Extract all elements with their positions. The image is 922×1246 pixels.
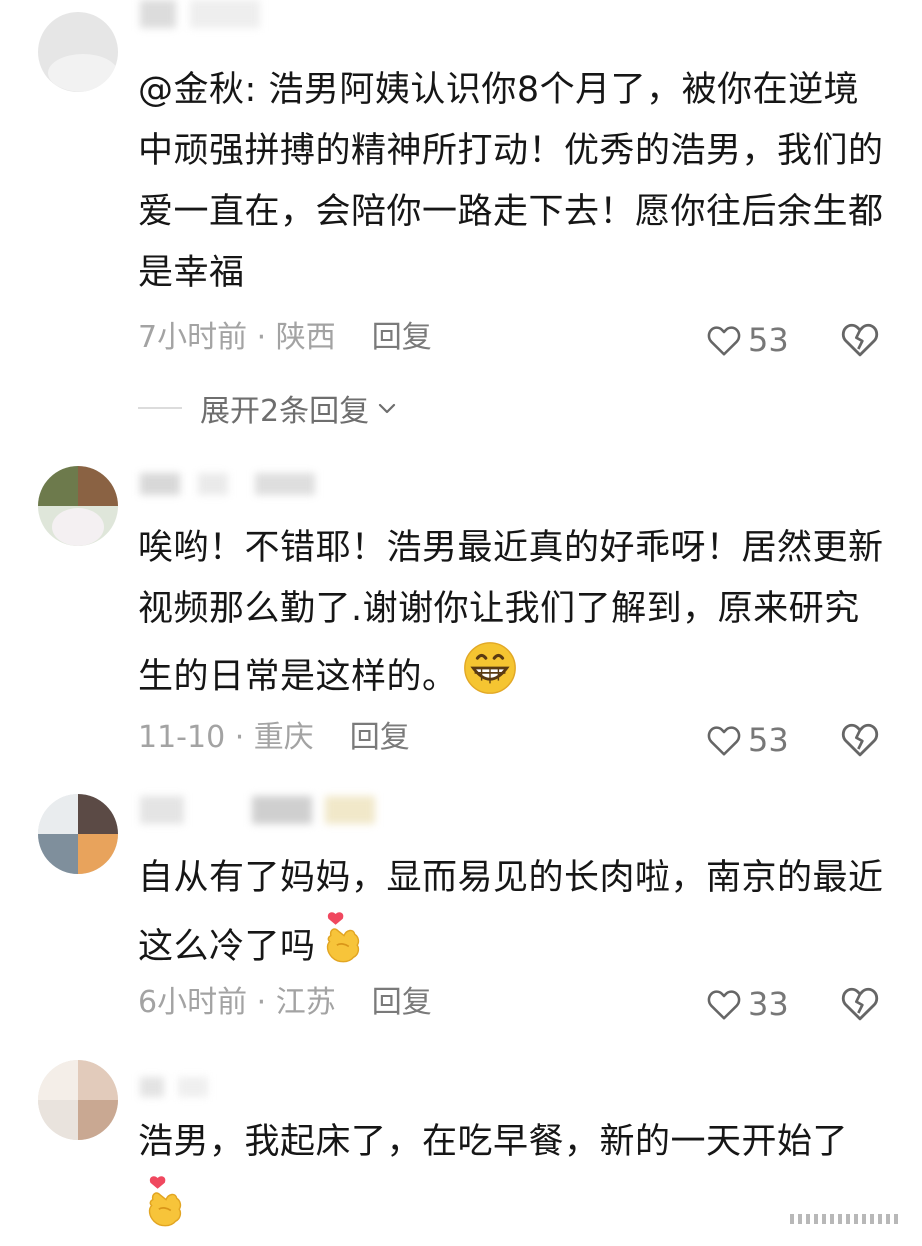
reply-button[interactable]: 回复 (372, 985, 432, 1020)
broken-heart-icon (841, 323, 879, 357)
like-button[interactable]: 33 (706, 984, 789, 1024)
watermark (790, 1206, 908, 1230)
comment-text: 自从有了妈妈，显而易见的长肉啦，南京的最近这么冷了吗 (138, 848, 888, 987)
dislike-button[interactable] (840, 320, 880, 360)
username[interactable] (140, 1074, 209, 1104)
comment-text-body: 自从有了妈妈，显而易见的长肉啦，南京的最近这么冷了吗 (138, 858, 884, 967)
like-count: 53 (748, 321, 789, 359)
comment-text: 唉哟！不错耶！浩男最近真的好乖呀！居然更新视频那么勤了.谢谢你让我们了解到，原来… (138, 518, 888, 716)
heart-outline-icon (707, 990, 741, 1020)
dislike-button[interactable] (840, 720, 880, 760)
broken-heart-icon (841, 723, 879, 757)
avatar[interactable] (38, 466, 118, 546)
reply-button[interactable]: 回复 (372, 320, 432, 355)
comment-meta: 6小时前 · 江苏 回复 (138, 983, 432, 1023)
like-count: 53 (748, 721, 789, 759)
username[interactable] (140, 472, 315, 502)
avatar[interactable] (38, 1060, 118, 1140)
username[interactable] (140, 796, 375, 826)
time-location: 7小时前 · 陕西 (138, 320, 336, 355)
broken-heart-icon (841, 987, 879, 1021)
divider (138, 407, 182, 409)
dislike-button[interactable] (840, 984, 880, 1024)
like-button[interactable]: 53 (706, 720, 789, 760)
username[interactable] (140, 0, 261, 30)
comment-text: @金秋: 浩男阿姨认识你8个月了，被你在逆境中顽强拼搏的精神所打动！优秀的浩男，… (138, 70, 884, 293)
comment-meta: 7小时前 · 陕西 回复 (138, 318, 432, 358)
avatar[interactable] (38, 794, 118, 874)
chevron-down-icon (378, 403, 396, 414)
comment-meta: 11-10 · 重庆 回复 (138, 718, 410, 758)
comment-text-body: 浩男，我起床了，在吃早餐，新的一天开始了 (138, 1122, 849, 1162)
time-location: 6小时前 · 江苏 (138, 985, 336, 1020)
expand-label: 展开2条回复 (200, 394, 370, 429)
avatar[interactable] (38, 12, 118, 92)
finger-heart-emoji (320, 909, 368, 987)
time-location: 11-10 · 重庆 (138, 720, 314, 755)
like-button[interactable]: 53 (706, 320, 789, 360)
like-count: 33 (748, 985, 789, 1023)
grinning-face-emoji (462, 640, 518, 716)
comment-text: 浩男，我起床了，在吃早餐，新的一天开始了 (138, 1112, 888, 1246)
heart-outline-icon (707, 726, 741, 756)
expand-replies-button[interactable]: 展开2条回复 (138, 388, 399, 429)
finger-heart-emoji (142, 1173, 190, 1246)
heart-outline-icon (707, 326, 741, 356)
reply-button[interactable]: 回复 (350, 720, 410, 755)
